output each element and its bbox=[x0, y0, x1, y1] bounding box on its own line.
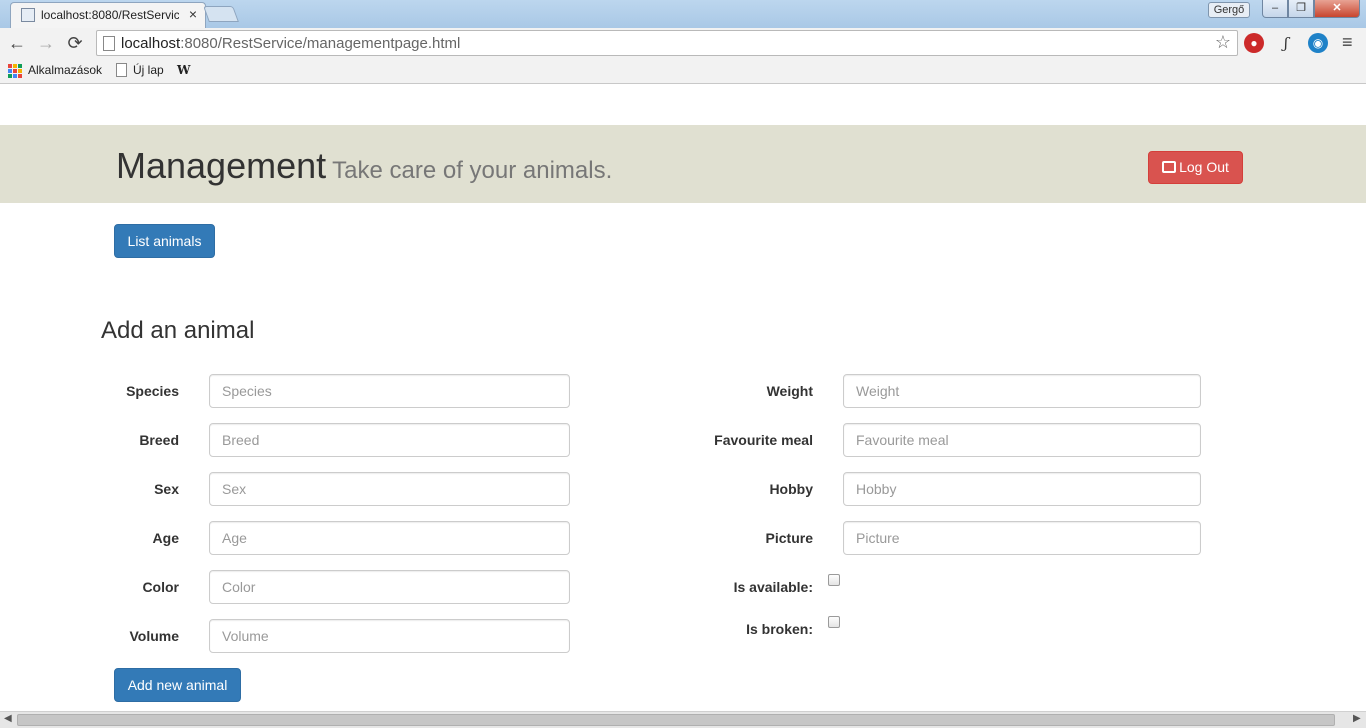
page-title-text: Management bbox=[116, 145, 327, 186]
logout-label: Log Out bbox=[1179, 159, 1229, 175]
page-favicon-icon bbox=[21, 8, 35, 22]
favourite-meal-label: Favourite meal bbox=[714, 432, 813, 448]
sex-input[interactable] bbox=[209, 472, 570, 506]
is-broken-label: Is broken: bbox=[746, 621, 813, 637]
page-icon bbox=[103, 36, 115, 51]
breed-input[interactable] bbox=[209, 423, 570, 457]
scrollbar-thumb[interactable] bbox=[17, 714, 1335, 726]
species-label: Species bbox=[126, 383, 179, 399]
horizontal-scrollbar[interactable]: ◀ ▶ bbox=[0, 711, 1366, 728]
color-label: Color bbox=[142, 579, 179, 595]
age-input[interactable] bbox=[209, 521, 570, 555]
hobby-label: Hobby bbox=[769, 481, 813, 497]
bookmark-star-icon[interactable]: ☆ bbox=[1215, 32, 1231, 53]
reload-icon[interactable]: ⟳ bbox=[64, 32, 86, 54]
logout-icon bbox=[1162, 161, 1177, 173]
apps-grid-icon bbox=[8, 64, 22, 78]
profile-button[interactable]: Gergő bbox=[1208, 2, 1250, 18]
browser-toolbar: ← → ⟳ localhost:8080/RestService/managem… bbox=[0, 28, 1366, 58]
tab-title: localhost:8080/RestService bbox=[41, 8, 179, 22]
browser-menu-icon[interactable]: ≡ bbox=[1342, 32, 1353, 53]
bookmark-new-tab[interactable]: Új lap bbox=[133, 63, 164, 77]
back-icon[interactable]: ← bbox=[6, 32, 28, 54]
tab-close-icon[interactable]: × bbox=[189, 6, 197, 22]
browser-titlebar: localhost:8080/RestService × Gergő – ❐ ✕ bbox=[0, 0, 1366, 28]
age-label: Age bbox=[152, 530, 179, 546]
address-bar[interactable]: localhost:8080/RestService/managementpag… bbox=[96, 30, 1238, 56]
form-title: Add an animal bbox=[101, 317, 255, 344]
scroll-right-icon[interactable]: ▶ bbox=[1353, 713, 1361, 724]
add-new-animal-button[interactable]: Add new animal bbox=[114, 668, 241, 702]
favourite-meal-input[interactable] bbox=[843, 423, 1201, 457]
species-input[interactable] bbox=[209, 374, 570, 408]
list-animals-button[interactable]: List animals bbox=[114, 224, 215, 258]
is-available-checkbox[interactable] bbox=[828, 574, 840, 586]
new-tab-button[interactable] bbox=[203, 6, 239, 22]
page-header: Management Take care of your animals. Log… bbox=[0, 125, 1366, 203]
wikipedia-icon[interactable]: W bbox=[177, 63, 190, 77]
eye-extension-icon[interactable]: ◉ bbox=[1308, 33, 1328, 53]
bookmarks-bar: Alkalmazások Új lap W bbox=[0, 58, 1366, 84]
page-subtitle: Take care of your animals. bbox=[332, 157, 613, 184]
logout-button[interactable]: Log Out bbox=[1148, 151, 1243, 184]
url-host: localhost bbox=[121, 35, 181, 52]
volume-label: Volume bbox=[129, 628, 179, 644]
picture-input[interactable] bbox=[843, 521, 1201, 555]
weight-label: Weight bbox=[766, 383, 813, 399]
page-title: Management Take care of your animals. bbox=[116, 145, 612, 187]
bookmark-apps[interactable]: Alkalmazások bbox=[28, 63, 102, 77]
document-icon bbox=[116, 63, 127, 77]
sex-label: Sex bbox=[154, 481, 179, 497]
stop-extension-icon[interactable]: ● bbox=[1244, 33, 1264, 53]
volume-input[interactable] bbox=[209, 619, 570, 653]
maximize-window-button[interactable]: ❐ bbox=[1288, 0, 1314, 18]
color-input[interactable] bbox=[209, 570, 570, 604]
scroll-left-icon[interactable]: ◀ bbox=[4, 713, 12, 724]
hobby-input[interactable] bbox=[843, 472, 1201, 506]
browser-tab[interactable]: localhost:8080/RestService × bbox=[10, 2, 206, 28]
picture-label: Picture bbox=[765, 530, 813, 546]
forward-icon[interactable]: → bbox=[35, 32, 57, 54]
is-broken-checkbox[interactable] bbox=[828, 616, 840, 628]
close-window-button[interactable]: ✕ bbox=[1314, 0, 1360, 18]
weight-input[interactable] bbox=[843, 374, 1201, 408]
script-extension-icon[interactable]: ʃ bbox=[1276, 33, 1296, 53]
breed-label: Breed bbox=[139, 432, 179, 448]
is-available-label: Is available: bbox=[733, 579, 813, 595]
url-path: :8080/RestService/managementpage.html bbox=[180, 35, 461, 52]
minimize-window-button[interactable]: – bbox=[1262, 0, 1288, 18]
address-url[interactable]: localhost:8080/RestService/managementpag… bbox=[121, 35, 460, 52]
